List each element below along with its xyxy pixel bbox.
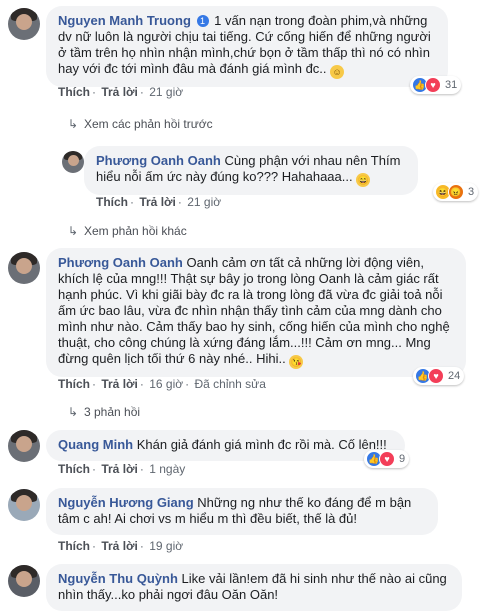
comment-actions: Thích · Trả lời · 1 ngày [58,462,186,476]
avatar[interactable] [8,489,40,521]
replies-count-label: 3 phản hồi [84,405,141,419]
laughing-emoji-icon: 😄 [356,173,371,187]
comment-bubble: Nguyễn Thu Quỳnh Like vải lần!em đã hi s… [46,564,462,611]
comment-time[interactable]: 16 giờ [149,377,183,391]
edited-label[interactable]: Đã chỉnh sửa [194,377,265,391]
like-link[interactable]: Thích [58,85,90,99]
reply-arrow-icon: ↳ [68,405,79,419]
avatar[interactable] [62,151,84,173]
like-link[interactable]: Thích [58,539,90,553]
comment-actions: Thích · Trả lời · 21 giờ [96,195,222,209]
reaction-count: 9 [399,453,406,465]
comment-text: Khán giả đánh giá mình đc rồi mà. Cố lên… [136,437,387,452]
comment-bubble: Nguyen Manh Truong 1 1 vấn nạn trong đoà… [46,6,448,87]
love-reaction-icon: ♥ [428,368,444,384]
comment-text: Oanh cảm ơn tất cả những lời động viên, … [58,255,450,366]
commenter-name[interactable]: Nguyen Manh Truong [58,13,191,28]
comment-bubble: Nguyễn Hương Giang Những ng như thế ko đ… [46,488,438,535]
reply-arrow-icon: ↳ [68,117,79,131]
reaction-count: 3 [468,186,475,198]
reaction-summary[interactable]: 👍 ♥ 31 [410,76,462,94]
avatar[interactable] [8,252,40,284]
comment-actions: Thích · Trả lời · 19 giờ [58,539,184,553]
comment-time[interactable]: 19 giờ [149,539,183,553]
reply-bubble: Phương Oanh Oanh Cùng phận với nhau nên … [84,146,418,195]
comment-actions: Thích · Trả lời · 16 giờ · Đã chỉnh sửa [58,377,266,391]
replies-count-link[interactable]: ↳ 3 phản hồi [68,405,140,419]
angry-reaction-icon: 😠 [448,184,464,200]
avatar[interactable] [8,430,40,462]
view-previous-label: Xem các phản hồi trước [84,117,213,131]
reply-link[interactable]: Trả lời [101,462,138,476]
view-previous-replies[interactable]: ↳ Xem các phản hồi trước [68,117,213,131]
commenter-name[interactable]: Phương Oanh Oanh [58,255,183,270]
view-other-replies[interactable]: ↳ Xem phản hồi khác [68,224,187,238]
reaction-summary[interactable]: 😆 😠 3 [433,183,479,201]
reply-link[interactable]: Trả lời [139,195,176,209]
like-link[interactable]: Thích [96,195,128,209]
comment-time[interactable]: 21 giờ [187,195,221,209]
reply-arrow-icon: ↳ [68,224,79,238]
verified-badge-icon: 1 [196,15,209,27]
avatar[interactable] [8,8,40,40]
reaction-summary[interactable]: 👍 ♥ 24 [413,367,465,385]
reply-link[interactable]: Trả lời [101,539,138,553]
comment-bubble: Phương Oanh Oanh Oanh cảm ơn tất cả nhữn… [46,248,466,377]
avatar[interactable] [8,565,40,597]
reaction-summary[interactable]: 👍 ♥ 9 [364,450,410,468]
comment-bubble: Quang Minh Khán giả đánh giá mình đc rồi… [46,430,405,461]
view-other-label: Xem phản hồi khác [84,224,187,238]
reply-link[interactable]: Trả lời [101,85,138,99]
reply-link[interactable]: Trả lời [101,377,138,391]
love-reaction-icon: ♥ [379,451,395,467]
comment-time[interactable]: 21 giờ [149,85,183,99]
love-reaction-icon: ♥ [425,77,441,93]
reaction-count: 24 [448,370,461,382]
commenter-name[interactable]: Nguyễn Thu Quỳnh [58,571,178,586]
like-link[interactable]: Thích [58,377,90,391]
commenter-name[interactable]: Quang Minh [58,437,133,452]
reaction-count: 31 [445,79,458,91]
comment-actions: Thích · Trả lời · 21 giờ [58,85,184,99]
commenter-name[interactable]: Phương Oanh Oanh [96,153,221,168]
like-link[interactable]: Thích [58,462,90,476]
smile-emoji-icon: ☺ [330,65,345,79]
comment-time[interactable]: 1 ngày [149,462,185,476]
wink-emoji-icon: 😘 [289,355,304,369]
commenter-name[interactable]: Nguyễn Hương Giang [58,495,194,510]
